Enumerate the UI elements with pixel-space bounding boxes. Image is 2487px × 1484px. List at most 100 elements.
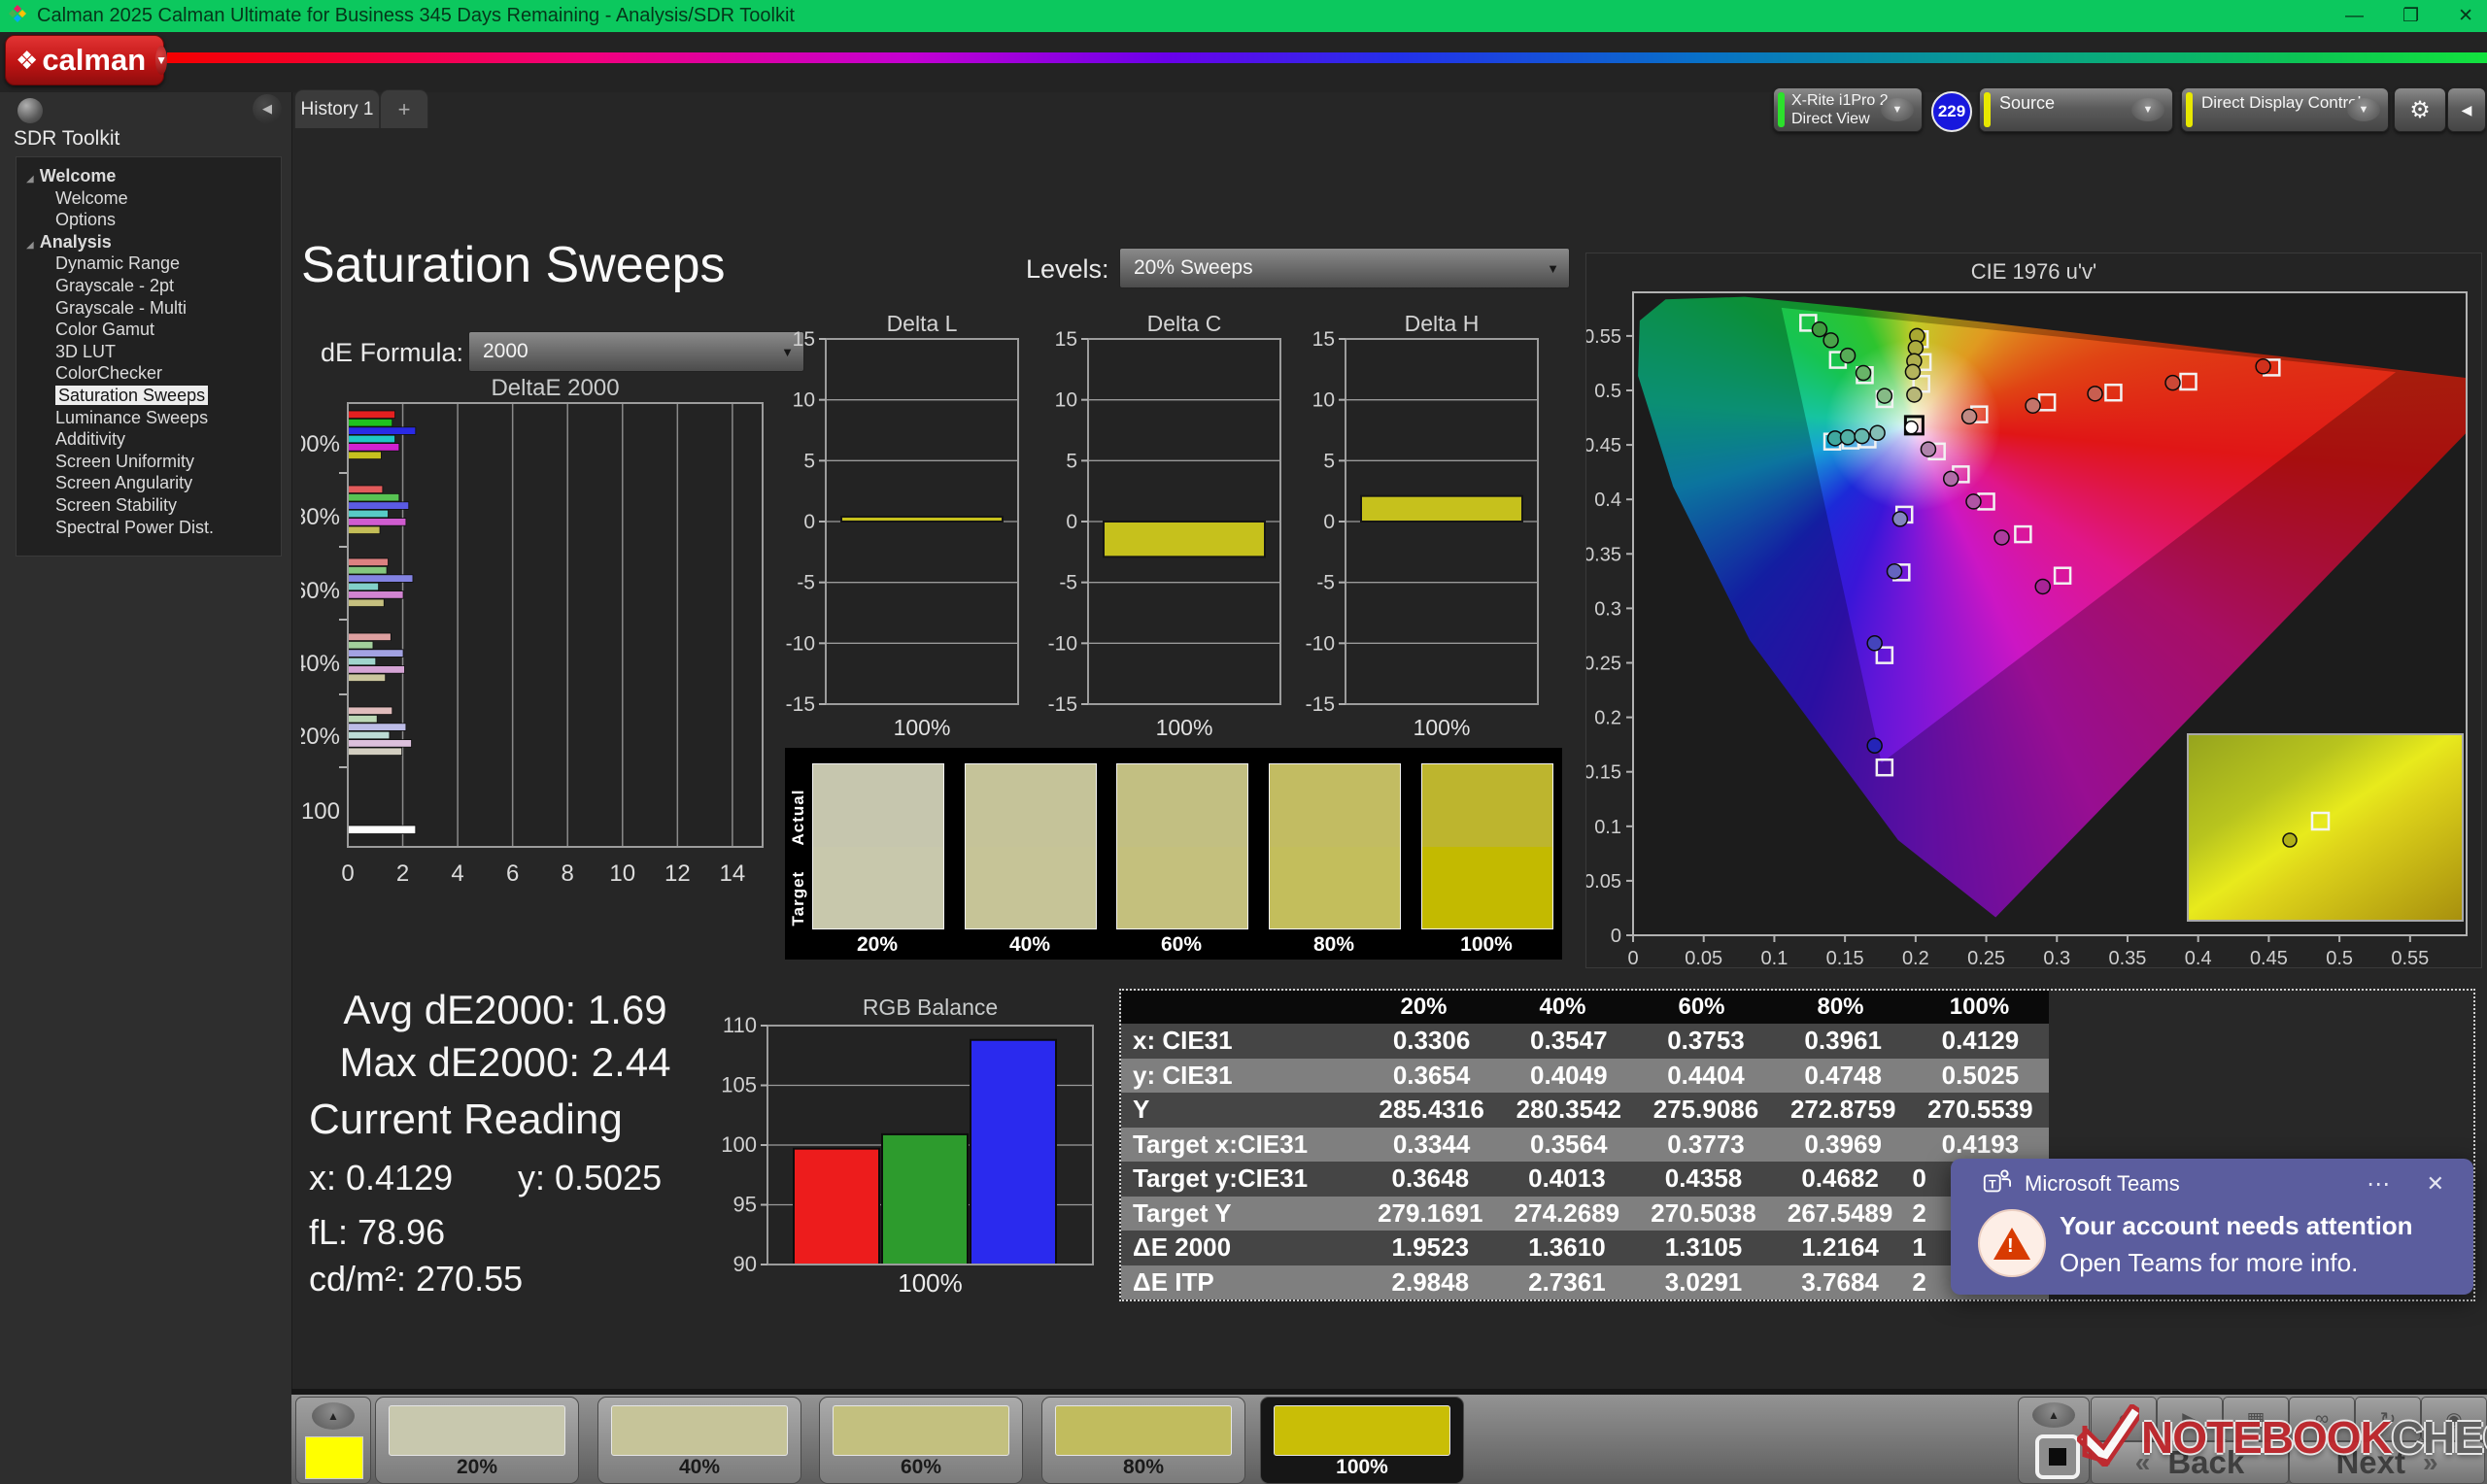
source-dropdown[interactable]: Source ▼ xyxy=(1979,87,2173,132)
back-button[interactable]: « Back xyxy=(2091,1441,2289,1484)
measurement-dot xyxy=(1888,564,1902,579)
sidebar-item-luminance-sweeps[interactable]: Luminance Sweeps xyxy=(17,407,281,429)
sidebar-item-additivity[interactable]: Additivity xyxy=(17,428,281,451)
ddc-dropdown-arrow-icon[interactable]: ▼ xyxy=(2347,98,2380,121)
calman-dropdown-icon[interactable]: ▼ xyxy=(155,46,167,75)
more-options-icon[interactable]: ⋯ xyxy=(2367,1170,2390,1198)
sidebar-item-dynamic-range[interactable]: Dynamic Range xyxy=(17,253,281,275)
svg-text:10: 10 xyxy=(793,389,815,412)
direct-display-control-dropdown[interactable]: Direct Display Control ▼ xyxy=(2181,87,2389,132)
ddc-status-stripe xyxy=(2186,92,2193,127)
table-row: ΔE ITP2.98482.73613.02913.76842 xyxy=(1121,1265,2049,1300)
svg-text:0.45: 0.45 xyxy=(2250,948,2288,967)
cell-x-CIE31-80%: 0.3961 xyxy=(1775,1024,1912,1059)
sidebar-item-spectral-power-dist-[interactable]: Spectral Power Dist. xyxy=(17,517,281,539)
cell--E-2000-40%: 1.3610 xyxy=(1499,1231,1636,1265)
tab-history-1[interactable]: History 1 xyxy=(294,89,380,128)
sidebar-item-welcome[interactable]: Welcome xyxy=(17,187,281,210)
swatch-actual-40% xyxy=(966,764,1096,847)
calman-menu-button[interactable]: ❖ calman ▼ xyxy=(5,35,164,85)
meter-dropdown[interactable]: X-Rite i1Pro 2 Direct View ▼ xyxy=(1773,87,1923,132)
svg-text:0: 0 xyxy=(803,511,815,533)
panel-collapse-button[interactable]: ◀ xyxy=(2447,87,2486,132)
expand-button[interactable]: ▲ xyxy=(2032,1402,2075,1428)
transport-icon-button-4[interactable]: ↻ xyxy=(2355,1397,2421,1441)
sidebar-item-saturation-sweeps[interactable]: Saturation Sweeps xyxy=(17,385,281,407)
source-dropdown-arrow-icon[interactable]: ▼ xyxy=(2131,98,2164,121)
max-de2000: Max dE2000: 2.44 xyxy=(321,1039,690,1086)
cell--E-2000-60%: 1.3105 xyxy=(1635,1231,1772,1265)
sidebar-item-welcome[interactable]: ◢Welcome xyxy=(17,165,281,187)
transport-icon-button-3[interactable]: ∞ xyxy=(2289,1397,2355,1441)
swatch-actual-100% xyxy=(1422,764,1552,847)
table-header-row: 20%40%60%80%100% xyxy=(1121,991,2049,1024)
sidebar-item-label: ColorChecker xyxy=(55,363,162,383)
measurement-dot xyxy=(1907,388,1922,402)
svg-text:0.25: 0.25 xyxy=(1967,948,2005,967)
sidebar-item-screen-angularity[interactable]: Screen Angularity xyxy=(17,472,281,494)
teams-alert-message[interactable]: Open Teams for more info. xyxy=(2060,1248,2358,1278)
svg-text:0: 0 xyxy=(1323,511,1335,533)
svg-text:60%: 60% xyxy=(301,578,340,604)
cell-Y-100%: 270.5539 xyxy=(1912,1093,2049,1128)
sidebar-item-analysis[interactable]: ◢Analysis xyxy=(17,231,281,253)
maximize-button[interactable]: ❐ xyxy=(2402,5,2419,27)
settings-button[interactable]: ⚙ xyxy=(2394,87,2446,132)
measurement-dot xyxy=(2035,579,2050,593)
column-header-20%: 20% xyxy=(1354,991,1493,1024)
tree-expand-icon[interactable]: ◢ xyxy=(26,174,34,185)
cell--E-ITP-60%: 3.0291 xyxy=(1635,1265,1772,1300)
swatch-target-60% xyxy=(1117,847,1247,929)
svg-text:-10: -10 xyxy=(786,632,815,655)
minimize-button[interactable]: — xyxy=(2345,6,2364,27)
close-icon[interactable]: ✕ xyxy=(2427,1171,2444,1197)
svg-text:-15: -15 xyxy=(786,693,815,716)
svg-text:DeltaE 2000: DeltaE 2000 xyxy=(491,379,619,401)
target-square xyxy=(1877,759,1892,775)
cell--E-ITP-80%: 3.7684 xyxy=(1772,1265,1909,1300)
patch-button-80%[interactable]: 80% xyxy=(1041,1397,1245,1484)
sidebar-orb-button[interactable] xyxy=(17,98,43,123)
close-button[interactable]: ✕ xyxy=(2458,5,2473,27)
column-header-80%: 80% xyxy=(1771,991,1910,1024)
sidebar-item-3d-lut[interactable]: 3D LUT xyxy=(17,341,281,363)
add-tab-button[interactable]: + xyxy=(380,89,428,128)
patch-popup-button[interactable]: ▲ xyxy=(312,1402,355,1430)
meter-dropdown-arrow-icon[interactable]: ▼ xyxy=(1881,98,1914,121)
patch-label-20%: 20% xyxy=(376,1456,578,1479)
swatch-actual-80% xyxy=(1270,764,1400,847)
next-button[interactable]: Next » xyxy=(2289,1441,2485,1484)
patch-button-40%[interactable]: 40% xyxy=(597,1397,801,1484)
transport-icon-button-0[interactable]: ● xyxy=(2091,1397,2157,1441)
sidebar-item-options[interactable]: Options xyxy=(17,209,281,231)
svg-text:-10: -10 xyxy=(1306,632,1335,655)
svg-text:80%: 80% xyxy=(301,504,340,530)
levels-select[interactable]: 20% Sweeps ▼ xyxy=(1119,248,1570,288)
swatch-label-80%: 80% xyxy=(1269,933,1399,957)
svg-text:Delta H: Delta H xyxy=(1405,316,1480,336)
delta-c-chart: Delta C151050-5-10-15100% xyxy=(1022,316,1284,758)
patch-button-20%[interactable]: 20% xyxy=(375,1397,579,1484)
patch-button-100%[interactable]: 100% xyxy=(1260,1397,1464,1484)
sidebar-item-screen-stability[interactable]: Screen Stability xyxy=(17,494,281,517)
transport-icon-button-5[interactable]: ◉ xyxy=(2421,1397,2487,1441)
sidebar-item-colorchecker[interactable]: ColorChecker xyxy=(17,362,281,385)
transport-icon-button-1[interactable]: ▶ xyxy=(2157,1397,2223,1441)
sidebar-item-grayscale-multi[interactable]: Grayscale - Multi xyxy=(17,297,281,320)
transport-icon-button-2[interactable]: ▦ xyxy=(2223,1397,2289,1441)
transport-widget: ▲ xyxy=(2018,1397,2090,1484)
sidebar-item-grayscale-2pt[interactable]: Grayscale - 2pt xyxy=(17,275,281,297)
stop-button[interactable] xyxy=(2035,1434,2080,1479)
tree-expand-icon[interactable]: ◢ xyxy=(26,240,34,251)
patch-button-60%[interactable]: 60% xyxy=(819,1397,1023,1484)
svg-text:-5: -5 xyxy=(1059,572,1077,594)
svg-text:100%: 100% xyxy=(898,1268,963,1298)
de-formula-select[interactable]: 2000 ▼ xyxy=(468,331,804,372)
sidebar-item-label: Color Gamut xyxy=(55,320,154,339)
sidebar-item-color-gamut[interactable]: Color Gamut xyxy=(17,319,281,341)
measurement-dot xyxy=(2256,359,2270,374)
sidebar-collapse-button[interactable]: ◀ xyxy=(253,94,282,123)
sidebar-item-screen-uniformity[interactable]: Screen Uniformity xyxy=(17,451,281,473)
swatch-100% xyxy=(1421,763,1553,929)
svg-text:100%: 100% xyxy=(1156,715,1213,740)
